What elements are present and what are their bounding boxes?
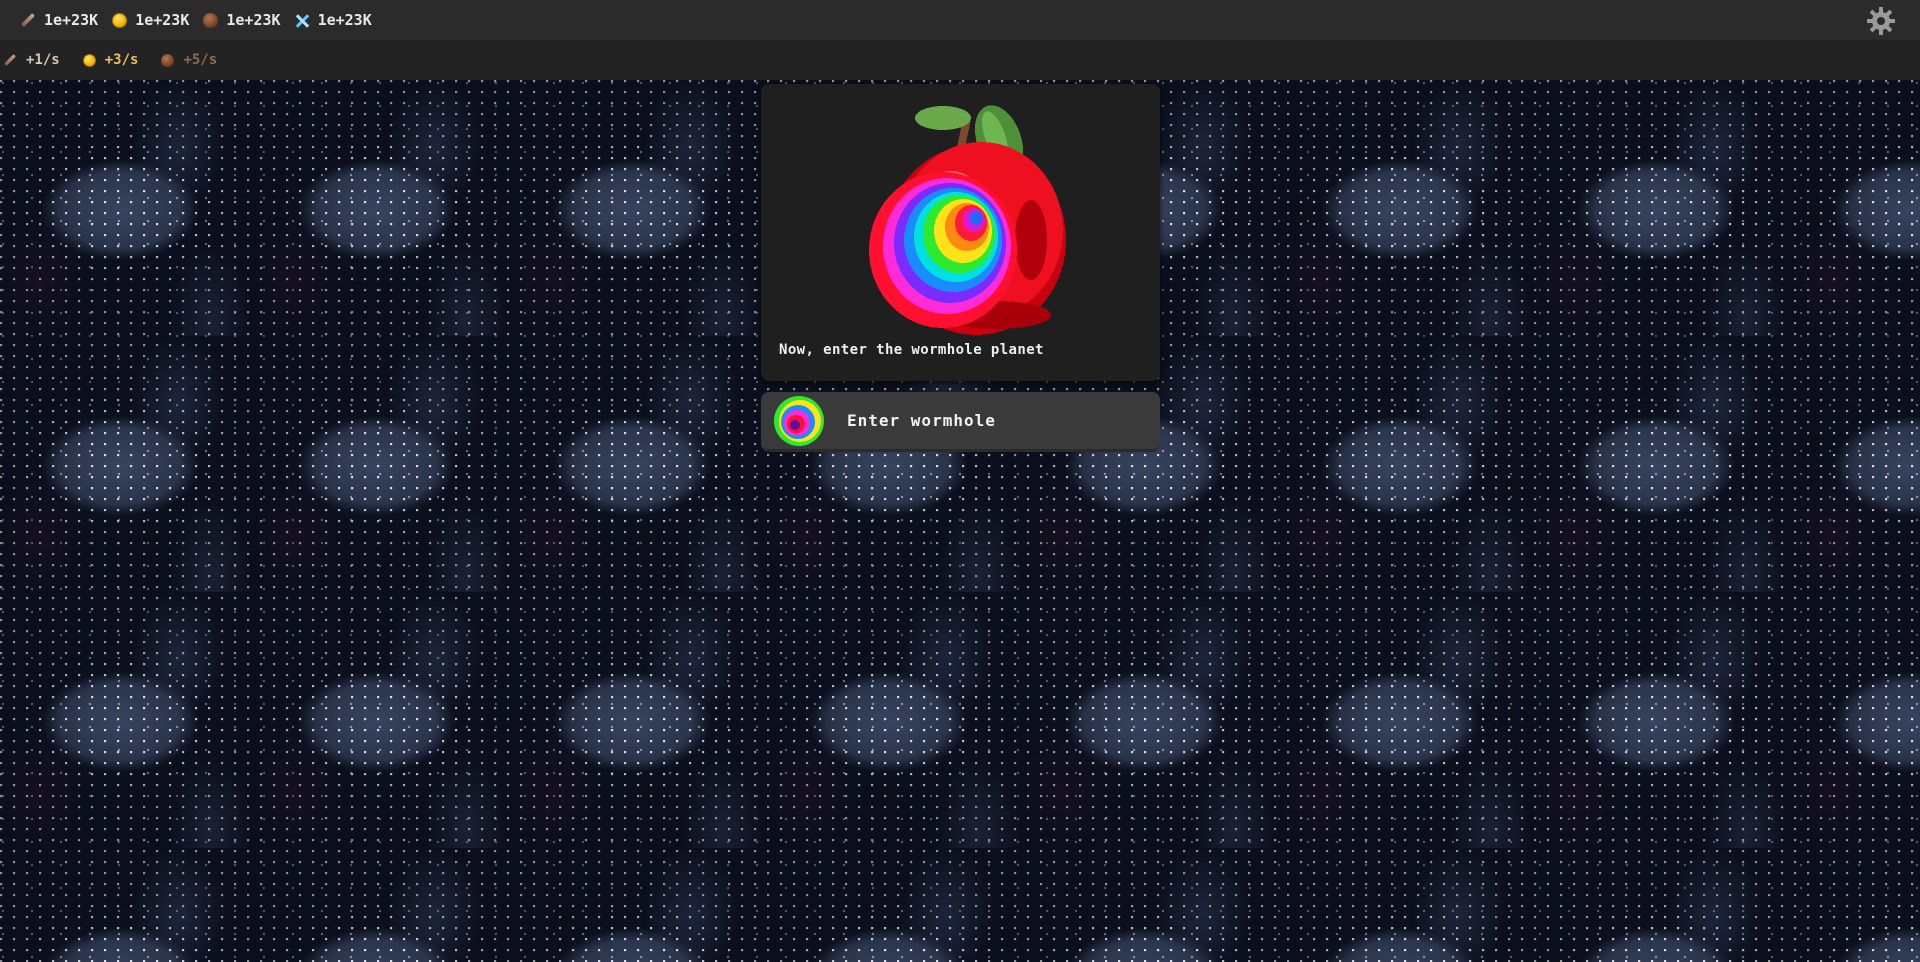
story-message: Now, enter the wormhole planet bbox=[779, 342, 1044, 358]
resource-sticks: 1e+23K bbox=[20, 11, 98, 29]
resource-crystals: 1e+23K bbox=[295, 11, 372, 29]
story-panel: Now, enter the wormhole planet bbox=[761, 84, 1160, 381]
enter-wormhole-button[interactable]: Enter wormhole bbox=[761, 392, 1160, 452]
rate-bar: +1/s +3/s +5/s bbox=[0, 40, 1920, 80]
resource-nuts-value: 1e+23K bbox=[226, 11, 281, 29]
resource-crystals-value: 1e+23K bbox=[317, 11, 372, 29]
resource-bar: 1e+23K 1e+23K 1e+23K 1e+23K bbox=[0, 0, 1920, 40]
rate-sticks: +1/s bbox=[2, 52, 60, 68]
coin-icon bbox=[112, 12, 128, 28]
stick-icon bbox=[3, 53, 17, 67]
resource-coins: 1e+23K bbox=[112, 11, 189, 29]
rate-coins: +3/s bbox=[82, 52, 139, 68]
nut-icon bbox=[203, 12, 219, 28]
resource-list: 1e+23K 1e+23K 1e+23K 1e+23K bbox=[20, 11, 372, 29]
enter-wormhole-label: Enter wormhole bbox=[847, 411, 996, 430]
resource-nuts: 1e+23K bbox=[203, 11, 281, 29]
rate-nuts: +5/s bbox=[160, 52, 217, 68]
wormhole-apple-image bbox=[869, 105, 1066, 335]
nut-icon bbox=[161, 53, 175, 67]
resource-coins-value: 1e+23K bbox=[135, 11, 190, 29]
resource-sticks-value: 1e+23K bbox=[44, 11, 99, 29]
gear-icon[interactable] bbox=[1866, 6, 1896, 36]
rate-coins-value: +3/s bbox=[104, 52, 139, 68]
rate-nuts-value: +5/s bbox=[183, 52, 218, 68]
rate-sticks-value: +1/s bbox=[26, 52, 60, 68]
coin-icon bbox=[82, 53, 96, 67]
wormhole-icon bbox=[774, 395, 824, 446]
crystal-icon bbox=[295, 13, 310, 28]
rate-list: +1/s +3/s +5/s bbox=[2, 52, 217, 68]
stick-icon bbox=[20, 12, 36, 28]
